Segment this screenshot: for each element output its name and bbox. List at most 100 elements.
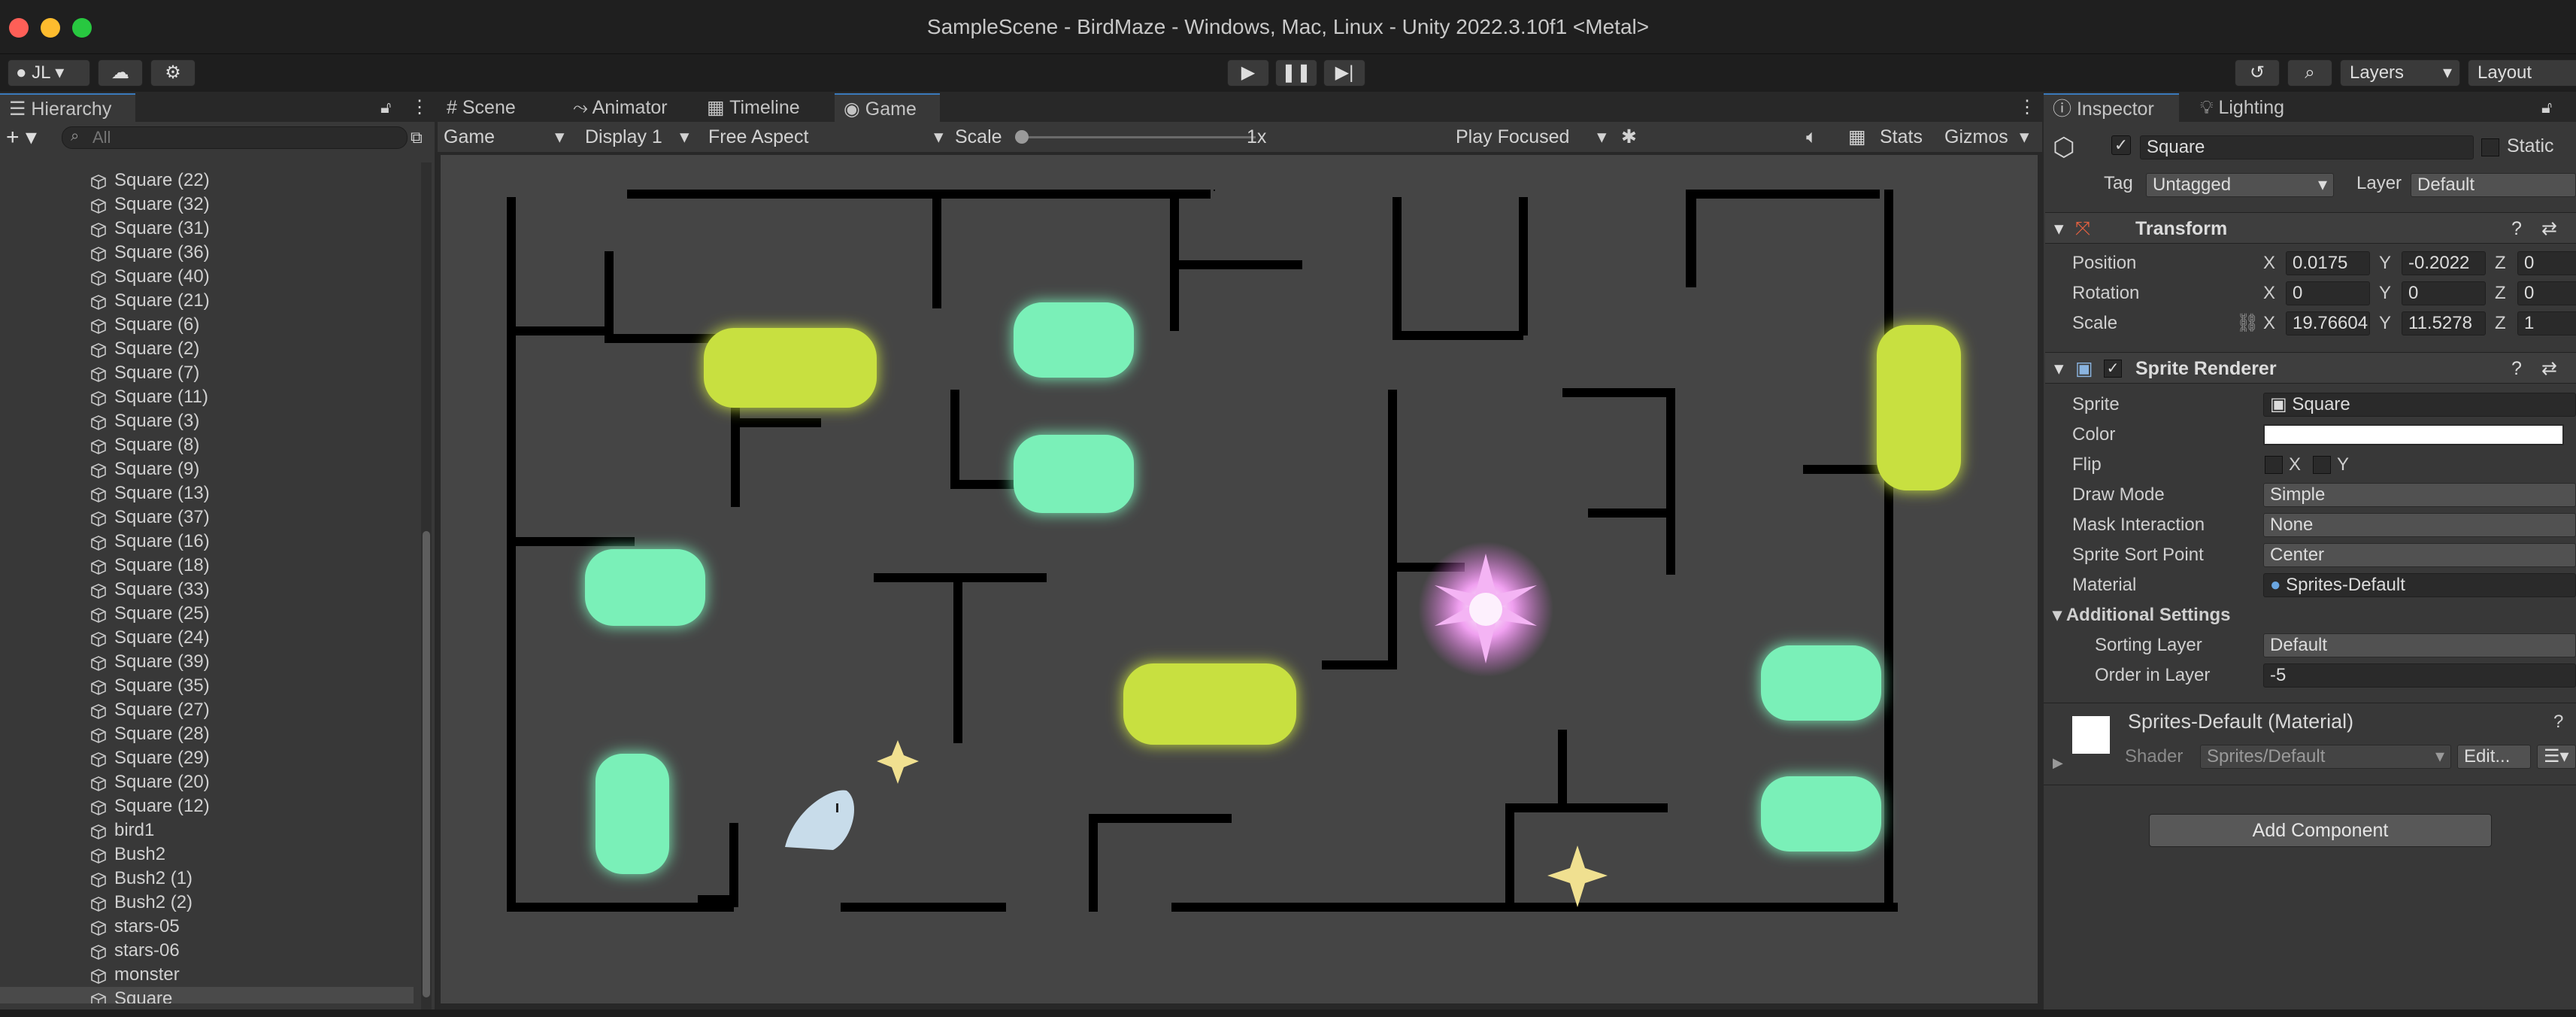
active-checkbox[interactable]: ✓ (2111, 135, 2131, 155)
mask-interaction-dropdown[interactable]: None (2263, 513, 2576, 537)
hierarchy-item[interactable]: Square (33) (0, 578, 414, 602)
hierarchy-item[interactable]: Square (28) (0, 722, 414, 746)
hierarchy-item[interactable]: Square (21) (0, 289, 414, 313)
scale-slider-knob[interactable] (1015, 130, 1029, 144)
bug-icon[interactable]: ✱ (1621, 122, 1637, 152)
stats-button[interactable]: Stats (1880, 122, 1923, 152)
flip-y-checkbox[interactable] (2313, 456, 2331, 474)
gizmos-button[interactable]: Gizmos (1944, 122, 2008, 152)
hierarchy-item[interactable]: Square (37) (0, 505, 414, 530)
hierarchy-item[interactable]: Square (6) (0, 313, 414, 337)
hierarchy-item[interactable]: Bush2 (0, 842, 414, 867)
help-icon[interactable]: ? (2553, 712, 2563, 733)
tab-hierarchy[interactable]: ☰ Hierarchy (0, 93, 135, 122)
tab-game[interactable]: ◉ Game (835, 93, 940, 122)
lock-icon[interactable]: 🔓︎ (2541, 98, 2552, 117)
game-mode-dropdown[interactable]: Game ▾ (444, 122, 571, 152)
hierarchy-item[interactable]: Bush2 (1) (0, 867, 414, 891)
flip-x-checkbox[interactable] (2265, 456, 2283, 474)
hierarchy-item[interactable]: Square (16) (0, 530, 414, 554)
color-swatch[interactable] (2263, 424, 2564, 445)
tab-scene[interactable]: # Scene (438, 93, 550, 122)
aspect-dropdown[interactable]: Free Aspect ▾ (708, 122, 949, 152)
sorting-layer-dropdown[interactable]: Default (2263, 633, 2576, 657)
layers-dropdown[interactable]: Layers ▾ (2340, 59, 2460, 87)
scale-slider[interactable] (1015, 130, 1256, 144)
shader-menu-icon[interactable]: ☰▾ (2537, 745, 2576, 769)
axis-y-label[interactable]: Y (2379, 308, 2391, 338)
rotation-y-field[interactable]: 0 (2402, 281, 2486, 305)
hierarchy-item[interactable]: Square (20) (0, 770, 414, 794)
hierarchy-item[interactable]: Square (11) (0, 385, 414, 409)
add-component-button[interactable]: Add Component (2149, 814, 2492, 847)
play-button[interactable]: ▶ (1227, 59, 1269, 87)
sprite-sort-point-dropdown[interactable]: Center (2263, 543, 2576, 567)
scene-visibility-icon[interactable]: ⧉ (411, 128, 423, 147)
axis-y-label[interactable]: Y (2379, 278, 2391, 308)
axis-z-label[interactable]: Z (2495, 278, 2506, 308)
component-enabled-checkbox[interactable]: ✓ (2104, 360, 2122, 378)
sprite-field[interactable]: ▣ Square (2263, 393, 2576, 417)
hierarchy-item[interactable]: monster (0, 963, 414, 987)
hierarchy-item[interactable]: Square (8) (0, 433, 414, 457)
static-checkbox[interactable] (2481, 138, 2499, 156)
position-x-field[interactable]: 0.0175 (2286, 251, 2370, 275)
hierarchy-item[interactable]: Square (32) (0, 193, 414, 217)
constrain-proportions-icon[interactable]: ⛓ (2236, 308, 2259, 338)
axis-x-label[interactable]: X (2263, 308, 2275, 338)
more-options-icon[interactable]: ⋮ (411, 96, 429, 118)
transform-header[interactable]: ▾ ⤧ Transform ? ⇄ (2045, 212, 2576, 244)
hierarchy-item[interactable]: Square (29) (0, 746, 414, 770)
scale-x-field[interactable]: 19.76604 (2286, 311, 2370, 335)
hierarchy-item[interactable]: Square (2) (0, 337, 414, 361)
mute-audio-icon[interactable]: 🔈︎ (1806, 122, 1817, 152)
more-options-icon[interactable]: ⋮ (2018, 96, 2036, 118)
tag-dropdown[interactable]: Untagged ▾ (2146, 173, 2334, 197)
order-in-layer-input[interactable] (2263, 663, 2576, 688)
edit-shader-button[interactable]: Edit... (2457, 745, 2531, 769)
sprite-renderer-header[interactable]: ▾ ▣ ✓ Sprite Renderer ? ⇄ (2045, 352, 2576, 384)
layout-dropdown[interactable]: Layout (2468, 59, 2576, 87)
pause-button[interactable]: ❚❚ (1275, 59, 1317, 87)
hierarchy-item[interactable]: Square (18) (0, 554, 414, 578)
lock-icon[interactable]: 🔓︎ (380, 98, 391, 117)
hierarchy-item[interactable]: Square (35) (0, 674, 414, 698)
hierarchy-item[interactable]: Square (25) (0, 602, 414, 626)
axis-y-label[interactable]: Y (2379, 248, 2391, 278)
hierarchy-scrollbar[interactable] (421, 162, 432, 1009)
add-object-button[interactable]: + ▾ (6, 126, 37, 149)
search-button[interactable]: ⌕ (2287, 59, 2332, 87)
step-button[interactable]: ▶| (1323, 59, 1365, 87)
hierarchy-item[interactable]: Square (9) (0, 457, 414, 481)
tab-timeline[interactable]: ▦ Timeline (698, 93, 826, 122)
chevron-down-icon[interactable]: ▾ (2020, 122, 2029, 152)
rotation-x-field[interactable]: 0 (2286, 281, 2370, 305)
hierarchy-item[interactable]: Square (39) (0, 650, 414, 674)
help-icon[interactable]: ? (2511, 353, 2522, 384)
layer-dropdown[interactable]: Default (2411, 173, 2576, 197)
hierarchy-item[interactable]: stars-05 (0, 915, 414, 939)
collab-button[interactable]: ⚙ (150, 59, 195, 87)
hierarchy-item[interactable]: Square (0, 987, 414, 1003)
hierarchy-item[interactable]: Square (31) (0, 217, 414, 241)
shader-dropdown[interactable]: Sprites/Default ▾ (2200, 745, 2451, 769)
hierarchy-item[interactable]: Square (27) (0, 698, 414, 722)
account-button[interactable]: ● JL ▾ (8, 59, 90, 87)
hierarchy-item[interactable]: Square (24) (0, 626, 414, 650)
hierarchy-item[interactable]: Square (3) (0, 409, 414, 433)
history-button[interactable]: ↺ (2235, 59, 2280, 87)
hierarchy-search-input[interactable] (62, 126, 408, 149)
grid-icon[interactable]: ▦ (1848, 122, 1866, 152)
foldout-icon[interactable]: ▶ (2053, 755, 2063, 771)
settings-icon[interactable]: ⇄ (2541, 213, 2557, 244)
position-z-field[interactable]: 0 (2517, 251, 2576, 275)
hierarchy-item[interactable]: bird1 (0, 818, 414, 842)
object-name-input[interactable] (2140, 135, 2474, 159)
axis-z-label[interactable]: Z (2495, 308, 2506, 338)
hierarchy-item[interactable]: Square (36) (0, 241, 414, 265)
cloud-button[interactable]: ☁ (98, 59, 143, 87)
hierarchy-item[interactable]: Square (40) (0, 265, 414, 289)
additional-settings-foldout[interactable]: ▾ Additional Settings (2053, 600, 2231, 630)
scale-y-field[interactable]: 11.5278 (2402, 311, 2486, 335)
tab-lighting[interactable]: 💡︎ Lighting (2191, 93, 2319, 122)
